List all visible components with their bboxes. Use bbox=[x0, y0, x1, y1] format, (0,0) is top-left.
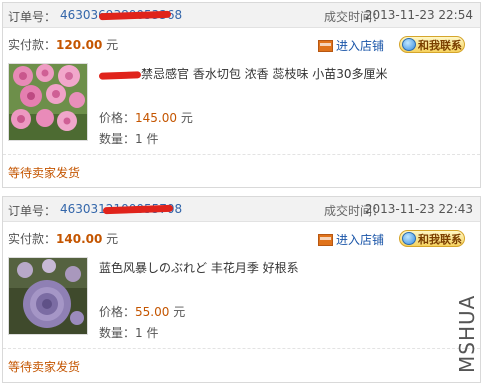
payment-amount: 140.00 bbox=[56, 232, 103, 246]
quantity-value: 1 件 bbox=[135, 132, 159, 146]
price-value: 55.00 bbox=[135, 305, 170, 319]
price-unit: 元 bbox=[173, 305, 186, 319]
contact-seller-button[interactable]: 和我联系 bbox=[399, 230, 465, 247]
product-title-link[interactable]: 禁忌感官 香水切包 浓香 蕊枝味 小苗30多厘米 bbox=[141, 65, 388, 82]
pink-roses-image bbox=[9, 64, 87, 140]
order-number-label: 订单号： bbox=[8, 10, 57, 24]
contact-seller-button[interactable]: 和我联系 bbox=[399, 36, 465, 53]
price-value: 145.00 bbox=[135, 111, 178, 125]
order-number-label: 订单号： bbox=[8, 204, 57, 218]
order-header: 订单号： 4630369380053368 成交时间： 2013-11-23 2… bbox=[3, 3, 480, 28]
enter-shop-label: 进入店铺 bbox=[335, 233, 384, 247]
contact-seller-label: 和我联系 bbox=[418, 38, 462, 52]
quantity-label: 数量： bbox=[99, 132, 136, 146]
quantity-value: 1 件 bbox=[135, 326, 159, 340]
divider bbox=[3, 154, 480, 155]
payment-label: 实付款： bbox=[8, 232, 57, 246]
order-time: 2013-11-23 22:54 bbox=[364, 8, 473, 22]
redaction-mark bbox=[98, 71, 142, 80]
order-status: 等待卖家发货 bbox=[8, 166, 81, 180]
payment-amount: 120.00 bbox=[56, 38, 103, 52]
enter-shop-label: 进入店铺 bbox=[335, 39, 384, 53]
quantity-line: 数量：1 件 bbox=[99, 324, 158, 341]
enter-shop-link[interactable]: 进入店铺 bbox=[317, 231, 384, 248]
watermark: MSHUA bbox=[458, 295, 478, 373]
order-status: 等待卖家发货 bbox=[8, 360, 81, 374]
order-header: 订单号： 4630312100055708 成交时间： 2013-11-23 2… bbox=[3, 197, 480, 222]
chat-icon bbox=[402, 38, 416, 51]
quantity-label: 数量： bbox=[99, 326, 136, 340]
order-card: 订单号： 4630312100055708 成交时间： 2013-11-23 2… bbox=[2, 196, 481, 383]
enter-shop-link[interactable]: 进入店铺 bbox=[317, 37, 384, 54]
payment-line: 实付款：140.00 元 bbox=[8, 230, 118, 247]
watermark-text: MSHUA bbox=[458, 295, 478, 373]
product-thumbnail[interactable] bbox=[8, 63, 88, 141]
payment-unit: 元 bbox=[106, 232, 119, 246]
shop-icon bbox=[317, 39, 333, 52]
shop-icon bbox=[317, 233, 333, 246]
order-time: 2013-11-23 22:43 bbox=[364, 202, 473, 216]
price-label: 价格： bbox=[99, 305, 136, 319]
contact-seller-label: 和我联系 bbox=[418, 232, 462, 246]
divider bbox=[3, 348, 480, 349]
payment-unit: 元 bbox=[106, 38, 119, 52]
quantity-line: 数量：1 件 bbox=[99, 130, 158, 147]
product-thumbnail[interactable] bbox=[8, 257, 88, 335]
payment-line: 实付款：120.00 元 bbox=[8, 36, 118, 53]
order-card: 订单号： 4630369380053368 成交时间： 2013-11-23 2… bbox=[2, 2, 481, 188]
price-label: 价格： bbox=[99, 111, 136, 125]
product-title-link[interactable]: 蓝色风暴しのぶれど 丰花月季 好根系 bbox=[99, 259, 299, 276]
price-line: 价格：55.00 元 bbox=[99, 303, 185, 320]
price-unit: 元 bbox=[180, 111, 193, 125]
lavender-rose-image bbox=[9, 258, 87, 334]
chat-icon bbox=[402, 232, 416, 245]
payment-label: 实付款： bbox=[8, 38, 57, 52]
price-line: 价格：145.00 元 bbox=[99, 109, 193, 126]
